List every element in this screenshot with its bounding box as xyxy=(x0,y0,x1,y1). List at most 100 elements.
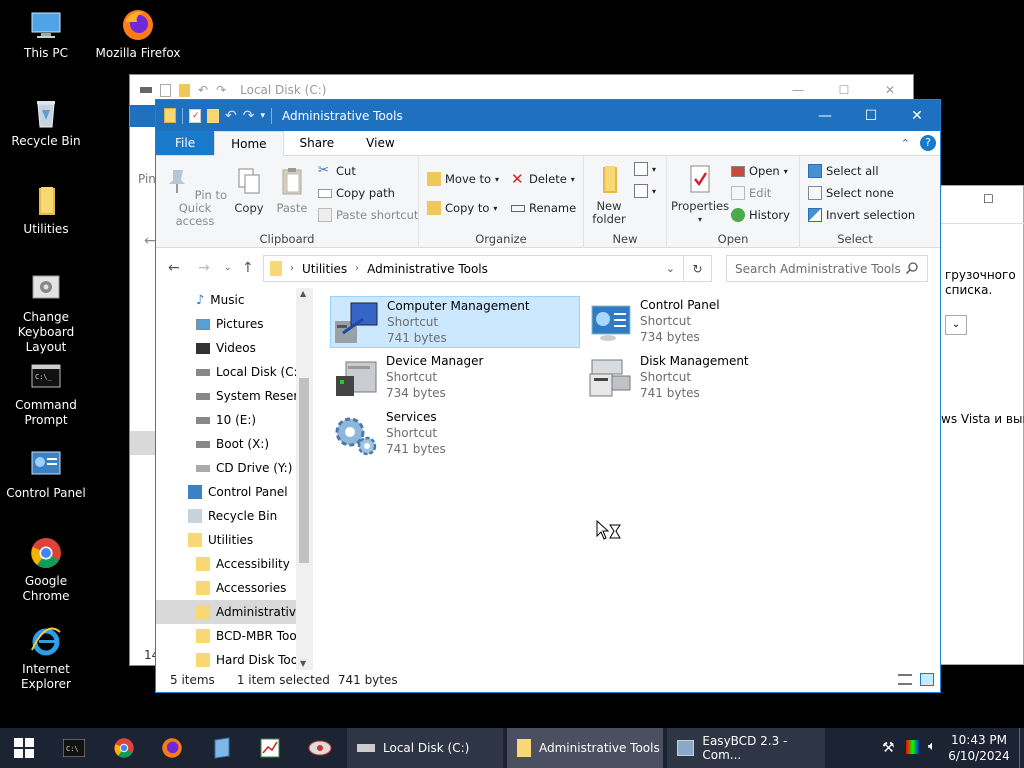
redo-icon[interactable]: ↷ xyxy=(243,108,255,124)
nav-item-hard-disk-tools[interactable]: Hard Disk Tool xyxy=(156,648,313,670)
new-item-button[interactable]: ▾ xyxy=(634,162,656,176)
properties-button[interactable]: Properties ▾ xyxy=(671,164,729,226)
desktop-icon-utilities[interactable]: Utilities xyxy=(0,184,92,237)
nav-item-accessibility[interactable]: Accessibility xyxy=(156,552,313,576)
network-tools-icon[interactable]: ⚒ xyxy=(882,740,895,756)
desktop-icon-command-prompt[interactable]: C:\_ Command Prompt xyxy=(0,360,92,428)
open-button[interactable]: Open ▾ xyxy=(731,164,788,178)
paste-shortcut-button[interactable]: Paste shortcut xyxy=(318,208,418,222)
nav-item-pictures[interactable]: Pictures xyxy=(156,312,313,336)
up-button[interactable]: ↑ xyxy=(242,260,254,276)
taskbar-task-local-disk[interactable]: Local Disk (C:) xyxy=(347,728,503,768)
nav-item-music[interactable]: ♪ Music xyxy=(156,288,313,312)
nav-item-utilities[interactable]: Utilities xyxy=(156,528,313,552)
paste-button[interactable]: Paste xyxy=(274,166,310,215)
desktop-icon-this-pc[interactable]: This PC xyxy=(0,8,92,61)
dropdown-arrow[interactable]: ⌄ xyxy=(945,315,967,335)
address-bar[interactable]: › Utilities › Administrative Tools ⌄ xyxy=(263,255,684,282)
move-to-button[interactable]: Move to ▾ xyxy=(427,172,499,186)
desktop-icon-chrome[interactable]: Google Chrome xyxy=(0,536,92,604)
help-icon[interactable]: ? xyxy=(920,135,936,151)
clock[interactable]: 10:43 PM 6/10/2024 xyxy=(944,732,1014,764)
taskbar-command-prompt[interactable]: C:\ xyxy=(50,728,98,768)
taskbar-task-administrative-tools[interactable]: Administrative Tools xyxy=(507,728,663,768)
large-icons-view-icon[interactable] xyxy=(920,673,934,686)
select-all-button[interactable]: Select all xyxy=(808,164,879,178)
chevron-down-icon[interactable]: ▾ xyxy=(260,111,265,121)
nav-item-recycle-bin[interactable]: Recycle Bin xyxy=(156,504,313,528)
rename-button[interactable]: Rename xyxy=(511,201,576,215)
file-item-device-manager[interactable]: Device Manager Shortcut 734 bytes xyxy=(330,352,580,404)
desktop-icon-change-keyboard[interactable]: Change Keyboard Layout xyxy=(0,272,92,355)
background-window-easybcd[interactable]: ☐ грузочного списка. ⌄ ws Vista и выш xyxy=(940,185,1024,665)
recent-locations-button[interactable]: ⌄ xyxy=(224,263,232,273)
taskbar-app-2[interactable] xyxy=(246,728,294,768)
maximize-button[interactable]: ☐ xyxy=(848,100,894,131)
pin-quick-access-button[interactable]: Pin to Quick access xyxy=(162,166,228,228)
details-view-icon[interactable] xyxy=(898,674,912,685)
tab-share[interactable]: Share xyxy=(284,131,351,155)
invert-selection-button[interactable]: Invert selection xyxy=(808,208,915,222)
edit-button[interactable]: Edit xyxy=(731,186,771,200)
new-folder-icon[interactable] xyxy=(207,108,219,123)
taskbar-app-1[interactable] xyxy=(198,728,246,768)
delete-button[interactable]: ✕ Delete ▾ xyxy=(511,172,575,187)
desktop-icon-firefox[interactable]: Mozilla Firefox xyxy=(92,8,184,61)
copy-path-button[interactable]: Copy path xyxy=(318,186,395,200)
file-item-computer-management[interactable]: Computer Management Shortcut 741 bytes xyxy=(330,296,580,348)
properties-icon[interactable]: ✓ xyxy=(189,108,201,123)
file-item-disk-management[interactable]: Disk Management Shortcut 741 bytes xyxy=(584,352,834,404)
scroll-down-icon[interactable]: ▼ xyxy=(300,659,306,668)
file-item-control-panel[interactable]: Control Panel Shortcut 734 bytes xyxy=(584,296,834,348)
nav-item-accessories[interactable]: Accessories xyxy=(156,576,313,600)
back-button[interactable]: ← xyxy=(168,260,180,276)
nav-item-cd-drive[interactable]: CD Drive (Y:) H xyxy=(156,456,313,480)
scrollbar-thumb[interactable] xyxy=(299,378,309,563)
forward-button[interactable]: → xyxy=(198,260,210,276)
nav-item-system-reserved[interactable]: System Reserve xyxy=(156,384,313,408)
breadcrumb-utilities[interactable]: Utilities xyxy=(302,262,347,276)
collapse-ribbon-icon[interactable]: ⌃ xyxy=(901,137,910,150)
nav-item-boot-x[interactable]: Boot (X:) xyxy=(156,432,313,456)
taskbar-firefox[interactable] xyxy=(148,728,196,768)
tab-view[interactable]: View xyxy=(350,131,410,155)
file-list[interactable]: Computer Management Shortcut 741 bytes C… xyxy=(326,288,936,670)
nav-item-local-disk[interactable]: Local Disk (C:) xyxy=(156,360,313,384)
taskbar-task-easybcd[interactable]: EasyBCD 2.3 - Com... xyxy=(667,728,825,768)
tab-home[interactable]: Home xyxy=(214,131,284,156)
taskbar-app-3[interactable] xyxy=(296,728,344,768)
scroll-up-icon[interactable]: ▲ xyxy=(300,289,306,298)
nav-item-administrative[interactable]: Administrative xyxy=(156,600,313,624)
navigation-pane[interactable]: ♪ Music Pictures Videos Local Disk (C:) S… xyxy=(156,288,313,670)
copy-button[interactable]: Copy xyxy=(232,166,266,215)
cut-button[interactable]: ✂ Cut xyxy=(318,164,356,179)
nav-item-drive-e[interactable]: 10 (E:) xyxy=(156,408,313,432)
volume-muted-icon[interactable]: 🔈︎ xyxy=(928,739,936,754)
minimize-button[interactable]: — xyxy=(802,100,848,131)
new-folder-button[interactable]: New folder xyxy=(590,164,628,226)
breadcrumb-administrative-tools[interactable]: Administrative Tools xyxy=(367,262,488,276)
taskbar-chrome[interactable] xyxy=(100,728,148,768)
nav-scrollbar[interactable]: ▲ ▼ xyxy=(296,288,313,670)
nav-item-bcd-mbr[interactable]: BCD-MBR Tool xyxy=(156,624,313,648)
desktop-icon-control-panel[interactable]: Control Panel xyxy=(0,448,92,501)
file-item-services[interactable]: Services Shortcut 741 bytes xyxy=(330,408,580,460)
show-desktop-button[interactable] xyxy=(1019,728,1024,768)
desktop-icon-recycle-bin[interactable]: Recycle Bin xyxy=(0,96,92,149)
history-button[interactable]: History xyxy=(731,208,790,222)
chevron-down-icon[interactable]: ⌄ xyxy=(666,262,675,275)
copy-to-button[interactable]: Copy to ▾ xyxy=(427,201,497,215)
explorer-window[interactable]: ✓ ↶ ↷ ▾ Administrative Tools — ☐ ✕ File … xyxy=(155,99,941,693)
title-bar[interactable]: ✓ ↶ ↷ ▾ Administrative Tools — ☐ ✕ xyxy=(156,100,940,131)
refresh-button[interactable]: ↻ xyxy=(684,255,712,282)
nav-item-control-panel[interactable]: Control Panel xyxy=(156,480,313,504)
search-input[interactable]: Search Administrative Tools xyxy=(726,255,928,282)
undo-icon[interactable]: ↶ xyxy=(225,108,237,124)
select-none-button[interactable]: Select none xyxy=(808,186,894,200)
nav-item-videos[interactable]: Videos xyxy=(156,336,313,360)
easy-access-button[interactable]: ▾ xyxy=(634,184,656,198)
start-button[interactable] xyxy=(0,728,48,768)
desktop-icon-internet-explorer[interactable]: Internet Explorer xyxy=(0,624,92,692)
tab-file[interactable]: File xyxy=(156,131,215,155)
close-button[interactable]: ✕ xyxy=(894,100,940,131)
